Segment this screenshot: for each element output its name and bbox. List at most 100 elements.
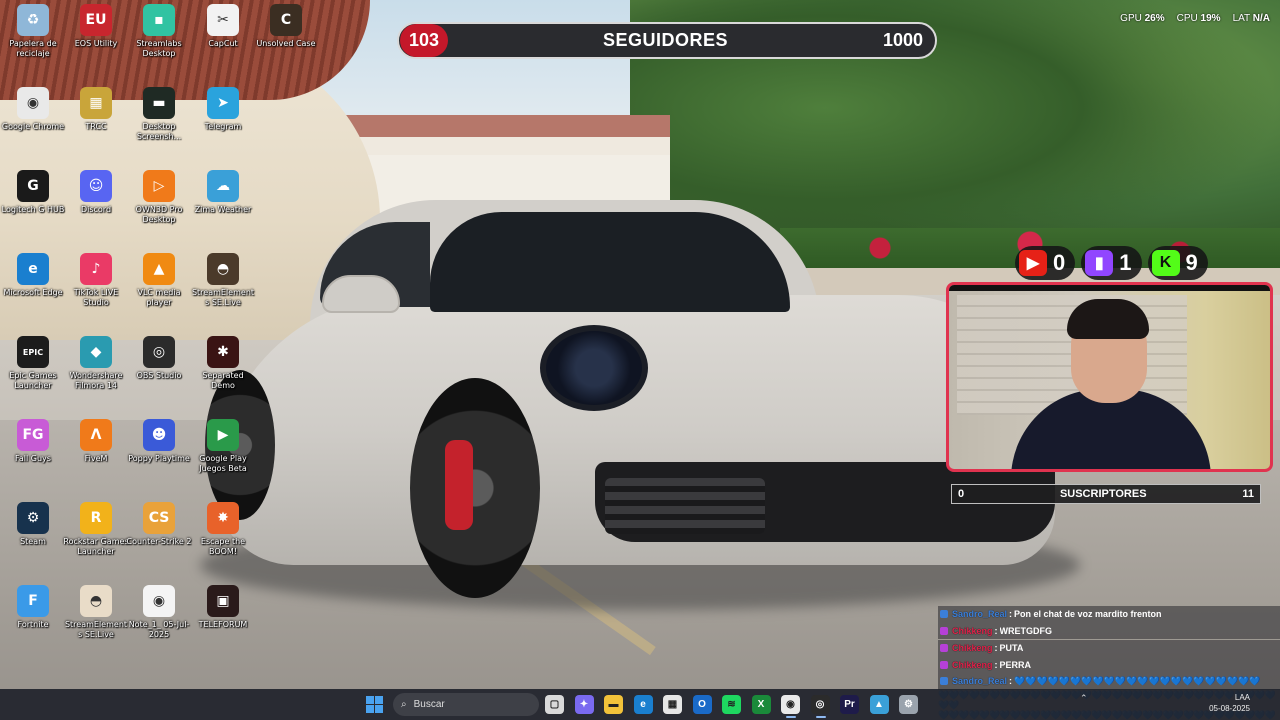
desktop-icon[interactable]: FG Fall Guys: [0, 419, 66, 464]
chrome-document-icon: ◉: [143, 585, 175, 617]
gpu-label: GPU: [1120, 13, 1142, 24]
logitech-g-hub-icon: G: [17, 170, 49, 202]
desktop-icon[interactable]: ♻ Papelera de reciclaje: [0, 4, 66, 59]
fortnite-icon: F: [17, 585, 49, 617]
webcam-overlay: [946, 282, 1273, 472]
desktop-icon[interactable]: ▶ Google Play Juegos Beta: [190, 419, 256, 474]
desktop-icon[interactable]: ▬ Desktop Screensh...: [126, 87, 192, 142]
chat-separator: :: [1009, 676, 1013, 687]
desktop-icon[interactable]: ◎ OBS Studio: [126, 336, 192, 381]
desktop-icon-label: TRCC: [85, 122, 107, 131]
photos-icon[interactable]: ▲: [869, 695, 889, 714]
chrome-icon[interactable]: ◉: [781, 695, 800, 714]
desktop-icon[interactable]: ◉ Google Chrome: [0, 87, 66, 132]
separated-demo-icon: ✱: [207, 336, 239, 368]
chat-message: Sandro_Real : Pon el chat de voz mardito…: [938, 606, 1280, 623]
desktop-icon[interactable]: ▣ TELEFORUM: [190, 585, 256, 630]
youtube-icon: ▶: [1019, 250, 1047, 276]
desktop-icon[interactable]: ☁ Zima Weather: [190, 170, 256, 215]
car-windshield: [430, 212, 790, 312]
twitch-count-widget: ▮ 1: [1081, 246, 1142, 280]
desktop-icon[interactable]: ⚙ Steam: [0, 502, 66, 547]
desktop-icon-label: Google Play Juegos Beta: [199, 454, 247, 473]
desktop-icon[interactable]: ☺ Discord: [63, 170, 129, 215]
desktop-icon-label: Zima Weather: [194, 205, 252, 214]
desktop-icon[interactable]: ✱ Separated Demo: [190, 336, 256, 391]
desktop-icon-label: Counter-Strike 2: [126, 537, 192, 546]
store-icon[interactable]: ▦: [663, 695, 682, 714]
desktop-icon[interactable]: ☻ Poppy Playtime: [126, 419, 192, 464]
desktop-icon[interactable]: EPIC Epic Games Launcher: [0, 336, 66, 391]
spotify-icon[interactable]: ≋: [722, 695, 741, 714]
followers-goal-count: 1000: [882, 30, 923, 50]
chat-message: Chikkeng : PUTA: [938, 639, 1280, 657]
settings-icon[interactable]: ⚙: [899, 695, 918, 714]
desktop-icon[interactable]: R Rockstar Games Launcher: [63, 502, 129, 557]
desktop-icon[interactable]: ◉ Note_1_ 05-Jul-2025: [126, 585, 192, 640]
subscribers-label: SUSCRIPTORES: [1059, 488, 1147, 500]
desktop-icon[interactable]: EU EOS Utility: [63, 4, 129, 49]
webcam-person-hair: [1067, 299, 1149, 339]
desktop-icon-label: Fortnite: [17, 620, 49, 629]
chat-username: Sandro_Real: [952, 676, 1008, 687]
gpu-stat: GPU 26%: [1120, 13, 1164, 24]
search-placeholder: Buscar: [413, 699, 445, 710]
lat-value: N/A: [1252, 13, 1270, 24]
subscribers-goal-bar: 0 SUSCRIPTORES 11: [951, 484, 1261, 504]
desktop-icon[interactable]: ▷ OWN3D Pro Desktop: [126, 170, 192, 225]
twitch-count: 1: [1119, 250, 1132, 275]
xbox-icon[interactable]: X: [751, 695, 771, 714]
outlook-icon[interactable]: O: [692, 695, 712, 714]
desktop-icon[interactable]: ➤ Telegram: [190, 87, 256, 132]
desktop-icon[interactable]: CS Counter-Strike 2: [126, 502, 192, 547]
desktop-icon[interactable]: F Fortnite: [0, 585, 66, 630]
chat-message: Sandro_Real : 💙💙💙💙💙💙💙💙💙💙💙💙💙💙💙💙💙💙💙💙💙💙: [938, 673, 1280, 690]
desktop-icon[interactable]: ▲ VLC media player: [126, 253, 192, 308]
cpu-label: CPU: [1176, 13, 1198, 24]
followers-current-count: 103: [400, 24, 448, 57]
start-button[interactable]: [366, 696, 383, 713]
desktop-icon-label: VLC media player: [137, 288, 181, 307]
task-view-icon[interactable]: ▢: [545, 695, 564, 714]
desktop-icon[interactable]: ◓ StreamElements SE.Live: [63, 585, 129, 640]
desktop-icon[interactable]: ▪ Streamlabs Desktop: [126, 4, 192, 59]
desktop-icon[interactable]: C Unsolved Case: [253, 4, 319, 49]
lat-label: LAT: [1232, 13, 1250, 24]
chat-separator: :: [994, 659, 998, 670]
desktop-icon[interactable]: ▦ TRCC: [63, 87, 129, 132]
chat-username: Chikkeng: [952, 659, 993, 670]
tray-chevron-icon[interactable]: ⌃: [1080, 693, 1088, 703]
recycle-bin-icon: ♻: [17, 4, 49, 36]
windows-logo-quad: [366, 705, 374, 713]
desktop-icon[interactable]: e Microsoft Edge: [0, 253, 66, 298]
desktop-icon-label: Fall Guys: [15, 454, 51, 463]
chat-platform-badge-icon: [940, 643, 948, 652]
chat-platform-badge-icon: [940, 610, 948, 619]
desktop-icon[interactable]: ✂ CapCut: [190, 4, 256, 49]
kick-count-widget: K 9: [1147, 246, 1208, 280]
desktop-icon[interactable]: G Logitech G HUB: [0, 170, 66, 215]
folder-icon[interactable]: ▬: [604, 695, 623, 714]
cpu-stat: CPU 19%: [1177, 13, 1221, 24]
desktop-icon[interactable]: ♪ TikTok LIVE Studio: [63, 253, 129, 308]
copilot-icon[interactable]: ✦: [574, 695, 594, 714]
desktop-icon[interactable]: ◆ Wondershare Filmora 14: [63, 336, 129, 391]
escape-the-boom-icon: ✸: [207, 502, 239, 534]
vlc-icon: ▲: [143, 253, 175, 285]
taskbar-clock[interactable]: LAA 05-08-2025: [1209, 692, 1250, 714]
teleforum-icon: ▣: [207, 585, 239, 617]
desktop-icon[interactable]: ◓ StreamElements SE.Live: [190, 253, 256, 308]
edge-icon: e: [17, 253, 49, 285]
chat-username: Chikkeng: [952, 626, 993, 637]
language-indicator[interactable]: LAA: [1209, 692, 1250, 703]
desktop-icon[interactable]: ✸ Escape the BOOM!: [190, 502, 256, 557]
taskbar-search-box[interactable]: ⌕ Buscar: [393, 693, 539, 716]
premiere-icon[interactable]: Pr: [840, 695, 859, 714]
desktop-icon-label: Poppy Playtime: [128, 454, 190, 463]
edge-icon[interactable]: e: [633, 695, 653, 714]
desktop-icon[interactable]: Λ FiveM: [63, 419, 129, 464]
car-front-wheel: [410, 378, 540, 598]
windows-logo-quad: [375, 705, 383, 713]
obs-icon[interactable]: ◎: [810, 695, 830, 714]
chat-username: Sandro_Real: [952, 609, 1008, 620]
